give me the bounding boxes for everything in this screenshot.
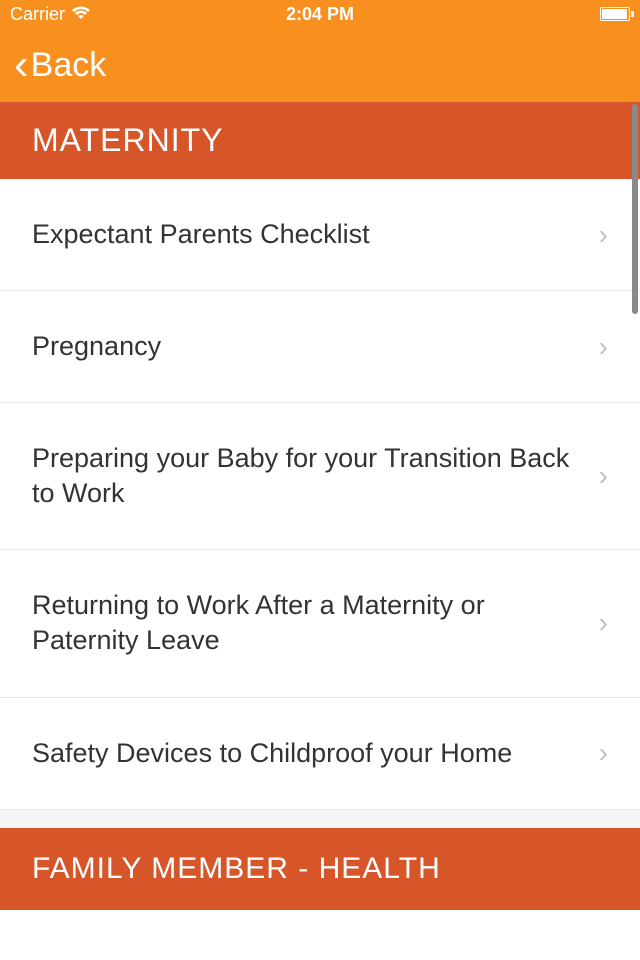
chevron-right-icon: ›: [599, 219, 608, 251]
chevron-right-icon: ›: [599, 460, 608, 492]
chevron-right-icon: ›: [599, 607, 608, 639]
status-right: [600, 7, 630, 21]
bottom-strip: [0, 910, 640, 930]
list-item[interactable]: Expectant Parents Checklist ›: [0, 179, 640, 291]
back-label: Back: [31, 46, 107, 85]
section-header-family: FAMILY MEMBER - HEALTH: [0, 828, 640, 910]
status-left: Carrier: [10, 4, 91, 25]
wifi-icon: [71, 4, 91, 25]
list-item-label: Returning to Work After a Maternity or P…: [32, 588, 599, 658]
list-item-label: Expectant Parents Checklist: [32, 217, 599, 252]
list-item[interactable]: Returning to Work After a Maternity or P…: [0, 550, 640, 697]
chevron-right-icon: ›: [599, 331, 608, 363]
back-button[interactable]: ‹ Back: [14, 43, 106, 87]
battery-icon: [600, 7, 630, 21]
list-item[interactable]: Preparing your Baby for your Transition …: [0, 403, 640, 550]
list-item-label: Preparing your Baby for your Transition …: [32, 441, 599, 511]
section-header-maternity: MATERNITY: [0, 102, 640, 179]
list-item-label: Safety Devices to Childproof your Home: [32, 736, 599, 771]
status-bar: Carrier 2:04 PM: [0, 0, 640, 28]
carrier-label: Carrier: [10, 4, 65, 25]
chevron-left-icon: ‹: [14, 43, 29, 87]
list-item-label: Pregnancy: [32, 329, 599, 364]
chevron-right-icon: ›: [599, 737, 608, 769]
nav-bar: ‹ Back: [0, 28, 640, 102]
list-item[interactable]: Safety Devices to Childproof your Home ›: [0, 698, 640, 810]
list-item[interactable]: Pregnancy ›: [0, 291, 640, 403]
section-gap: [0, 810, 640, 828]
status-time: 2:04 PM: [286, 4, 354, 25]
scrollbar[interactable]: [632, 104, 638, 314]
